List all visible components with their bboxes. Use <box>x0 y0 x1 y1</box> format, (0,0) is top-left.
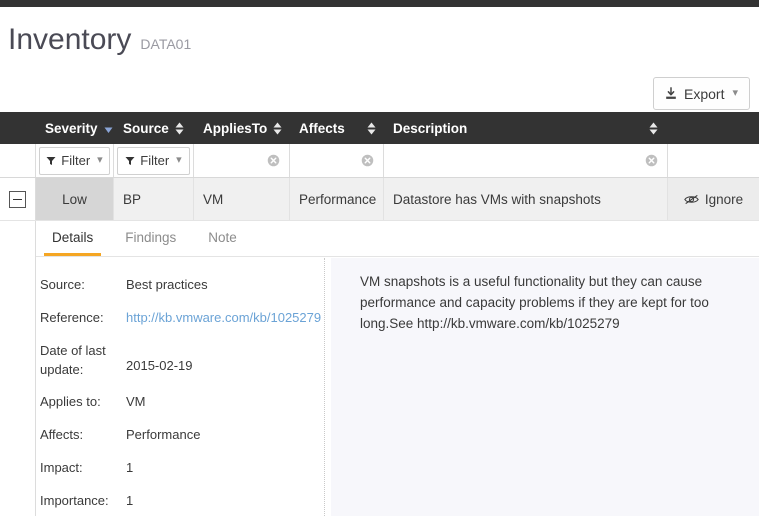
filter-cell-gutter <box>0 144 36 177</box>
field-importance: Importance: 1 <box>40 492 324 511</box>
filter-dropdown-source-label: Filter <box>140 153 170 168</box>
app-root: Inventory DATA01 Export ▾ Severity Sourc… <box>0 0 759 516</box>
filter-cell-action <box>668 144 759 177</box>
tab-findings-label: Findings <box>125 230 177 245</box>
column-header-description[interactable]: Description <box>384 112 668 144</box>
column-header-appliesto[interactable]: AppliesTo <box>194 112 290 144</box>
field-applies-to-label: Applies to: <box>40 394 101 410</box>
chevron-down-icon: ▾ <box>176 154 182 166</box>
eye-slash-icon <box>684 193 699 206</box>
detail-body: Source: Best practices Reference: http:/… <box>36 258 759 516</box>
funnel-icon <box>125 156 135 166</box>
field-reference-label: Reference: <box>40 309 104 325</box>
top-chrome-bar <box>0 0 759 7</box>
sort-both-icon <box>273 122 282 135</box>
cell-description: Datastore has VMs with snapshots <box>384 178 668 220</box>
field-impact: Impact: 1 <box>40 459 324 478</box>
column-header-source-label: Source <box>123 120 169 136</box>
row-expander-cell <box>0 178 36 220</box>
detail-field-list: Source: Best practices Reference: http:/… <box>36 258 325 516</box>
grid-filter-row: Filter ▾ Filter ▾ <box>0 144 759 178</box>
column-header-appliesto-label: AppliesTo <box>203 120 268 136</box>
field-reference: Reference: http://kb.vmware.com/kb/10252… <box>40 309 324 328</box>
clear-circle-icon[interactable] <box>267 154 280 167</box>
tab-findings[interactable]: Findings <box>109 221 192 254</box>
chevron-down-icon: ▾ <box>732 87 738 99</box>
sort-both-icon <box>175 122 184 135</box>
field-affects-label: Affects: <box>40 427 84 443</box>
field-date-of-last-update-value: 2015-02-19 <box>126 357 193 373</box>
tab-details[interactable]: Details <box>36 221 109 256</box>
sort-both-icon <box>649 122 658 135</box>
ignore-button-label: Ignore <box>704 191 744 207</box>
cell-appliesto: VM <box>194 178 290 220</box>
field-importance-label: Importance: <box>40 492 109 508</box>
field-impact-label: Impact: <box>40 460 83 476</box>
grid-header-row: Severity Source AppliesTo Affects Descri… <box>0 112 759 144</box>
row-detail-panel: Details Findings Note Source: Best pract… <box>0 220 759 516</box>
filter-cell-severity: Filter ▾ <box>36 144 114 177</box>
grid-header-gutter <box>0 112 36 144</box>
column-header-source[interactable]: Source <box>114 112 194 144</box>
field-date-of-last-update: Date of last update: 2015-02-19 <box>40 342 324 380</box>
column-header-action <box>668 112 759 144</box>
filter-cell-source: Filter ▾ <box>114 144 194 177</box>
detail-left-rail <box>0 221 36 516</box>
page-subtitle: DATA01 <box>140 36 192 52</box>
export-button[interactable]: Export ▾ <box>653 77 750 110</box>
page-title: Inventory <box>8 23 132 56</box>
field-source: Source: Best practices <box>40 276 324 295</box>
field-affects-value: Performance <box>126 427 201 443</box>
sort-desc-icon <box>104 122 113 134</box>
field-affects: Affects: Performance <box>40 426 324 445</box>
filter-cell-affects <box>290 144 384 177</box>
table-row[interactable]: Low BP VM Performance Datastore has VMs … <box>0 178 759 220</box>
filter-dropdown-severity[interactable]: Filter ▾ <box>39 146 110 175</box>
field-date-of-last-update-label: Date of last update: <box>40 342 106 377</box>
cell-affects: Performance <box>290 178 384 220</box>
field-reference-link[interactable]: http://kb.vmware.com/kb/1025279 <box>126 309 321 328</box>
chevron-down-icon: ▾ <box>97 154 103 166</box>
minus-box-icon[interactable] <box>9 190 26 208</box>
field-source-value: Best practices <box>126 277 208 292</box>
column-header-affects-label: Affects <box>299 120 345 136</box>
filter-cell-appliesto <box>194 144 290 177</box>
download-icon <box>664 86 678 101</box>
filter-cell-description <box>384 144 668 177</box>
field-importance-value: 1 <box>126 492 134 508</box>
tab-details-label: Details <box>52 230 94 245</box>
detail-tabs: Details Findings Note <box>36 221 759 257</box>
cell-severity: Low <box>36 178 114 220</box>
field-source-label: Source: <box>40 277 85 292</box>
sort-both-icon <box>367 122 376 135</box>
title-group: Inventory DATA01 <box>8 25 191 55</box>
tab-note[interactable]: Note <box>192 221 253 254</box>
column-header-affects[interactable]: Affects <box>290 112 384 144</box>
clear-circle-icon[interactable] <box>361 154 374 167</box>
column-header-severity-label: Severity <box>45 120 98 136</box>
filter-dropdown-source[interactable]: Filter ▾ <box>117 146 190 175</box>
cell-source: BP <box>114 178 194 220</box>
detail-description-text: VM snapshots is a useful functionality b… <box>331 258 759 516</box>
field-applies-to-value: VM <box>126 394 146 410</box>
column-header-description-label: Description <box>393 120 468 136</box>
page-header: Inventory DATA01 Export ▾ <box>0 7 759 112</box>
ignore-button[interactable]: Ignore <box>668 178 759 220</box>
clear-circle-icon[interactable] <box>645 154 658 167</box>
funnel-icon <box>46 156 56 166</box>
inventory-grid: Severity Source AppliesTo Affects Descri… <box>0 112 759 516</box>
export-button-label: Export <box>684 85 725 102</box>
field-applies-to: Applies to: VM <box>40 393 324 412</box>
filter-dropdown-severity-label: Filter <box>61 153 91 168</box>
field-impact-value: 1 <box>126 460 134 476</box>
tab-note-label: Note <box>208 230 237 245</box>
column-header-severity[interactable]: Severity <box>36 112 114 144</box>
